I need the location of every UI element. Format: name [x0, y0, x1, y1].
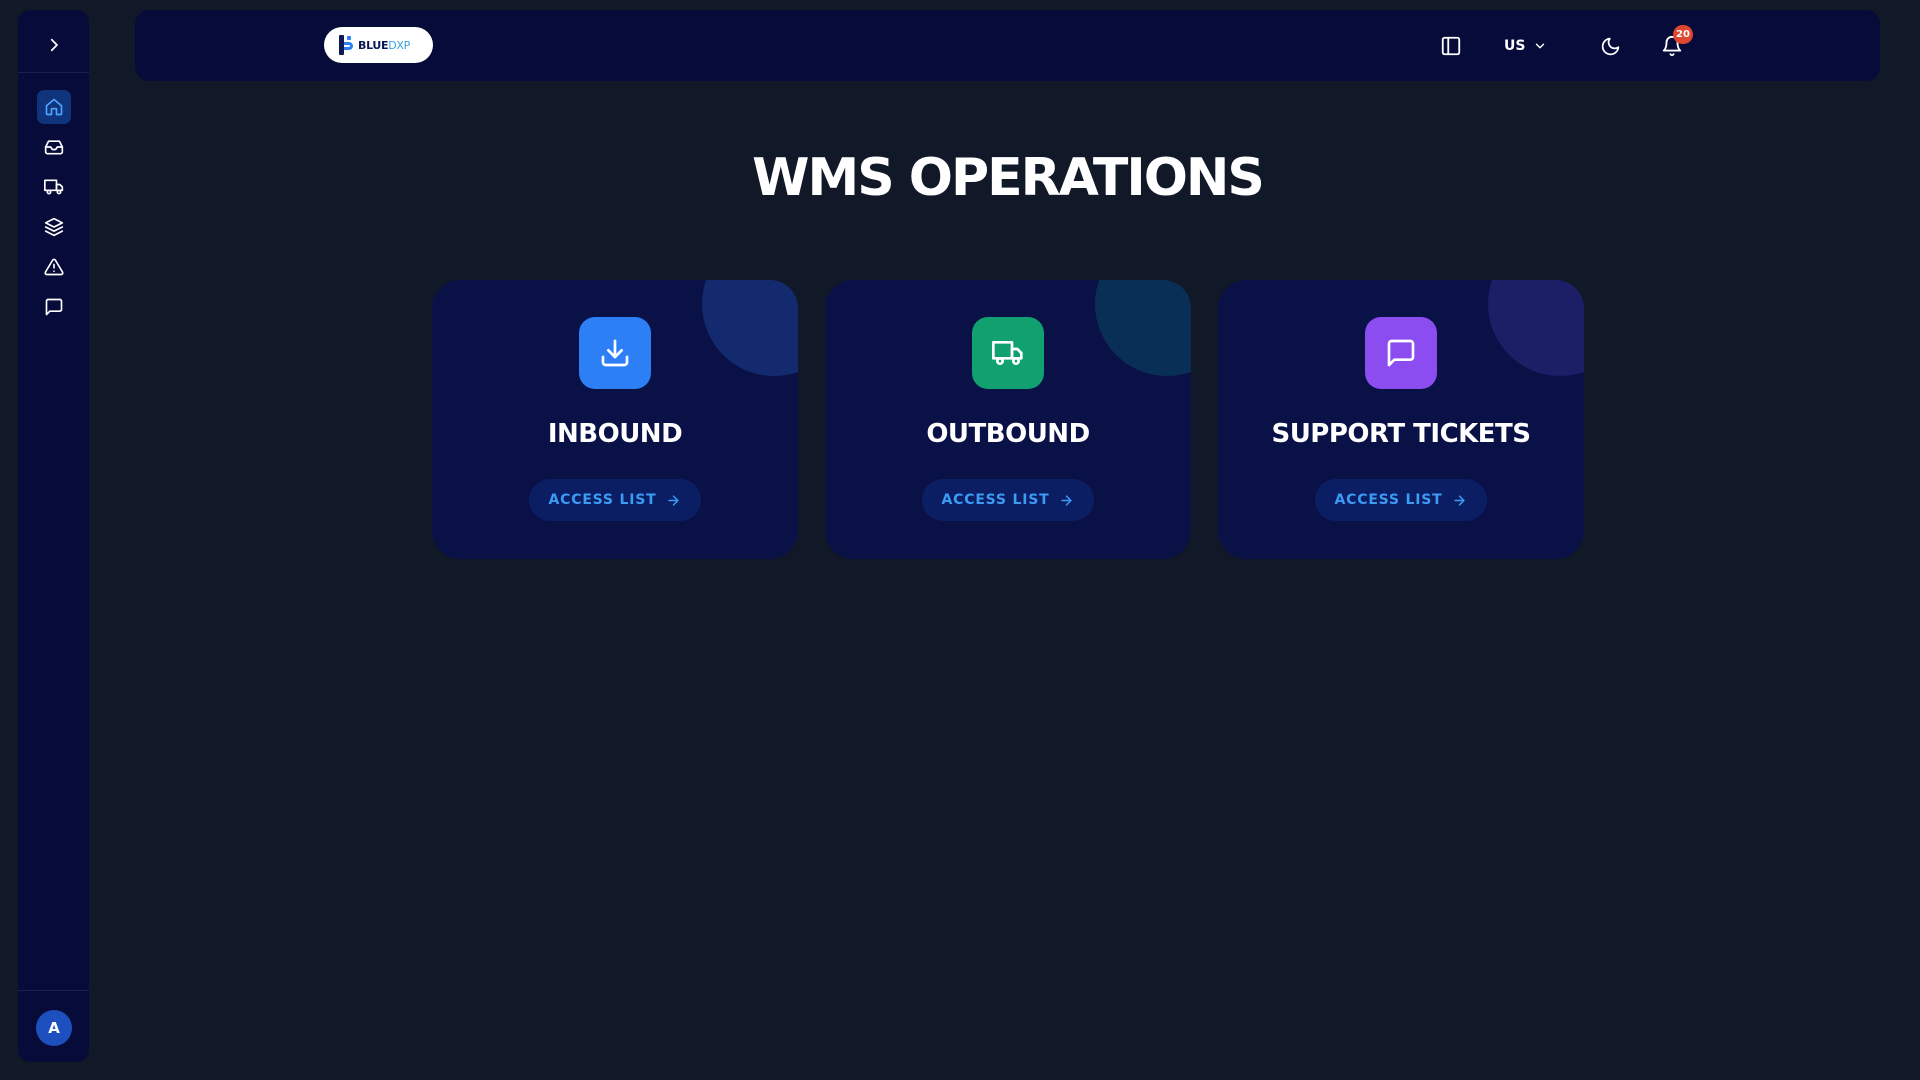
sidebar-expand-button[interactable] [39, 30, 69, 60]
card-icon-tile [1365, 317, 1437, 389]
alert-triangle-icon [43, 258, 64, 276]
access-list-button[interactable]: ACCESS LIST [529, 479, 701, 521]
sidebar: A [18, 10, 89, 1062]
layers-icon [44, 217, 63, 237]
card-decoration [702, 280, 798, 376]
message-square-icon [45, 298, 62, 316]
sidebar-item-home[interactable] [36, 90, 71, 124]
card-title: INBOUND [547, 419, 683, 449]
sidebar-nav [18, 90, 89, 330]
notification-count-badge: 20 [1673, 25, 1693, 44]
sidebar-divider [18, 72, 89, 73]
access-list-label: ACCESS LIST [548, 492, 657, 508]
card-outbound[interactable]: OUTBOUND ACCESS LIST [825, 280, 1191, 559]
inbox-icon [44, 140, 63, 155]
access-list-button[interactable]: ACCESS LIST [922, 479, 1094, 521]
avatar[interactable]: A [36, 1010, 72, 1046]
card-icon-tile [972, 317, 1044, 389]
card-decoration [1488, 280, 1584, 376]
logo[interactable]: BLUE DXP [324, 27, 433, 63]
logo-word-dxp: DXP [388, 38, 410, 52]
access-list-button[interactable]: ACCESS LIST [1315, 479, 1487, 521]
card-title: OUTBOUND [926, 419, 1090, 449]
sidebar-divider [18, 990, 89, 991]
card-support-tickets[interactable]: SUPPORT TICKETS ACCESS LIST [1218, 280, 1584, 559]
arrow-right-icon [1061, 494, 1073, 506]
language-label: US [1504, 38, 1526, 54]
card-inbound[interactable]: INBOUND ACCESS LIST [432, 280, 798, 559]
sidebar-item-alerts[interactable] [37, 250, 71, 284]
card-decoration [1095, 280, 1191, 376]
chevron-down-icon [1536, 43, 1545, 49]
sidebar-panel-icon [1441, 36, 1461, 56]
sidebar-item-outbound[interactable] [37, 170, 71, 204]
chevron-right-icon [50, 38, 58, 52]
topbar: BLUE DXP US 20 [135, 10, 1880, 81]
message-square-icon [1387, 339, 1415, 367]
language-selector[interactable]: US [1504, 30, 1547, 62]
sidebar-item-support[interactable] [37, 290, 71, 324]
logo-word-blue: BLUE [358, 38, 389, 52]
sidebar-item-inbound[interactable] [37, 130, 71, 164]
home-icon [45, 98, 62, 116]
arrow-right-icon [668, 494, 680, 506]
truck-icon [992, 341, 1023, 365]
logo-mark-icon [339, 35, 353, 55]
page-title: WMS OPERATIONS [752, 148, 1265, 208]
access-list-label: ACCESS LIST [1334, 492, 1443, 508]
download-icon [601, 339, 629, 367]
card-title: SUPPORT TICKETS [1271, 419, 1531, 449]
sidebar-item-inventory[interactable] [37, 210, 71, 244]
access-list-label: ACCESS LIST [941, 492, 1050, 508]
truck-icon [43, 179, 63, 195]
card-icon-tile [579, 317, 651, 389]
moon-icon [1601, 37, 1619, 55]
arrow-right-icon [1454, 494, 1466, 506]
toggle-panel-button[interactable] [1435, 30, 1467, 62]
theme-toggle-button[interactable] [1594, 30, 1626, 62]
